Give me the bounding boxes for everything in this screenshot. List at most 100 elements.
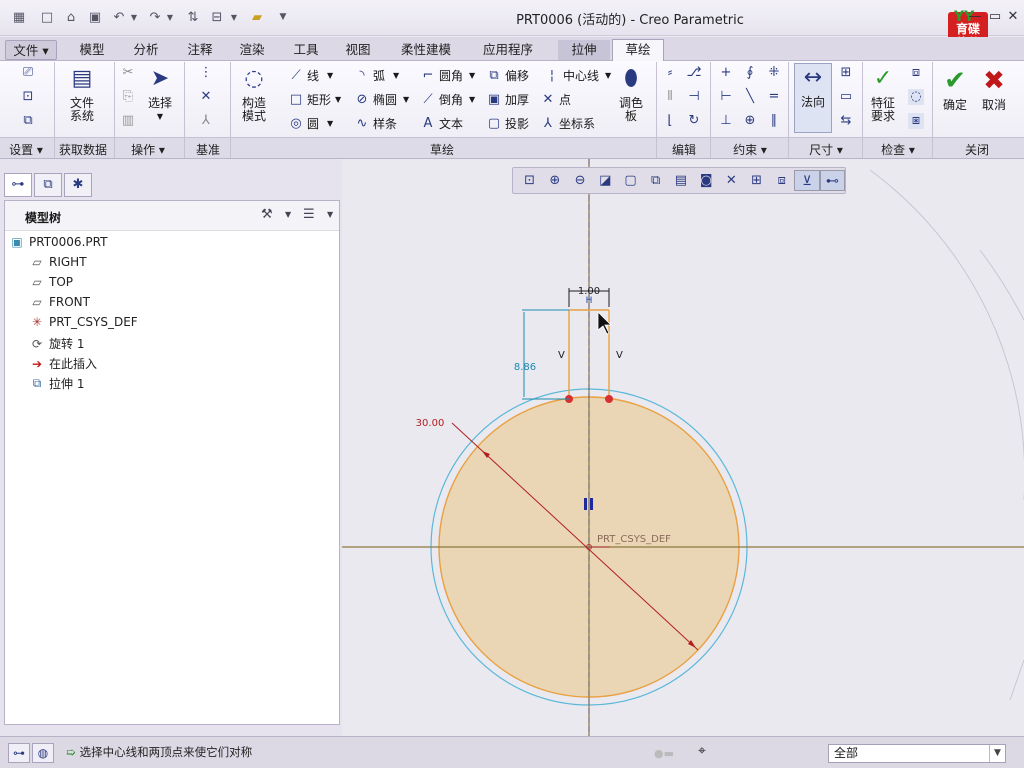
ok-button[interactable]: ✔ 确定 (938, 67, 972, 112)
constraint-v-left[interactable]: V (558, 350, 565, 361)
corner-icon[interactable]: ⌊ (662, 113, 678, 129)
sketch-view-icon[interactable]: ⧉ (20, 113, 36, 129)
group-inspect[interactable]: 检查 ▾ (864, 141, 932, 158)
delete-segment-icon[interactable]: ⊣ (686, 89, 702, 105)
coincident-constraint-icon[interactable]: ⊕ (742, 113, 758, 129)
sketch-setup-icon[interactable]: ⎚ (20, 65, 36, 81)
tab-tools[interactable]: 工具 (280, 40, 332, 60)
tree-show-dropdown-icon[interactable]: ▼ (327, 210, 333, 219)
filter-dropdown-icon[interactable]: ▼ (989, 745, 1005, 762)
tree-item-extrude[interactable]: ⧉ 拉伸 1 (29, 375, 85, 392)
cancel-button[interactable]: ✖ 取消 (976, 67, 1012, 112)
cut-icon[interactable]: ✂ (120, 65, 136, 81)
dim-diameter-text[interactable]: 30.00 (416, 418, 445, 429)
rectangle-tool[interactable]: □ 矩形 ▼ (288, 91, 341, 108)
horizontal-constraint-icon[interactable]: ⊢ (718, 89, 734, 105)
arc-tool[interactable]: ◝ 弧 ▼ (354, 67, 399, 84)
perpendicular-constraint-icon[interactable]: ⊥ (718, 113, 734, 129)
tree-item-revolve[interactable]: ⟳ 旋转 1 (29, 335, 84, 352)
centerline-dropdown-icon[interactable]: ▼ (605, 71, 611, 80)
perimeter-icon[interactable]: ⊞ (838, 65, 854, 81)
redo-dropdown-icon[interactable]: ▼ (164, 8, 176, 26)
tab-sketch[interactable]: 草绘 (612, 39, 664, 61)
centerline-tool[interactable]: ¦ 中心线 ▼ (544, 67, 611, 84)
annotation-display-icon[interactable]: ⊞ (744, 170, 769, 191)
selection-filter[interactable]: 全部 ▼ (828, 744, 1006, 763)
tree-settings-icon[interactable]: ⚒ (261, 207, 273, 222)
refit-icon[interactable]: ⊡ (517, 170, 542, 191)
tab-annotate[interactable]: 注释 (174, 40, 226, 60)
close-icon[interactable]: ✕ (1004, 8, 1022, 26)
display-style-icon[interactable]: ▢ (618, 170, 643, 191)
file-system-button[interactable]: ▤ 文件 系统 (60, 65, 104, 123)
group-dimension[interactable]: 尺寸 ▾ (790, 141, 862, 158)
minimize-icon[interactable]: — (966, 8, 984, 26)
undo-icon[interactable]: ↶ (110, 8, 128, 26)
close-window-icon[interactable]: ▰ (248, 8, 266, 26)
zoom-in-icon[interactable]: ⊕ (542, 170, 567, 191)
select-button[interactable]: ➤ 选择 ▼ (140, 65, 180, 123)
sketch-vertex[interactable] (605, 395, 613, 403)
vertex-display-icon[interactable]: ⊷ (819, 170, 845, 191)
reference-dim-icon[interactable]: ▭ (838, 89, 854, 105)
chamfer-tool[interactable]: ⟋ 倒角 ▼ (420, 91, 475, 108)
chamfer-dropdown-icon[interactable]: ▼ (469, 95, 475, 104)
baseline-icon[interactable]: ⇆ (838, 113, 854, 129)
tree-item-right[interactable]: ▱ RIGHT (29, 255, 86, 269)
regenerate-icon[interactable]: ⇅ (184, 8, 202, 26)
project-tool[interactable]: ▢ 投影 (486, 115, 529, 132)
tab-applications[interactable]: 应用程序 (470, 40, 546, 60)
tree-settings-dropdown-icon[interactable]: ▼ (285, 210, 291, 219)
reference-icon[interactable]: ⊡ (20, 89, 36, 105)
sketch-canvas[interactable]: 1.00 H 8.86 V V 30.00 PRT_CSYS_DEF (342, 159, 1024, 736)
feature-requirements-button[interactable]: ✓ 特征 要求 (864, 65, 902, 123)
save-icon[interactable]: ▣ (86, 8, 104, 26)
offset-tool[interactable]: ⧉ 偏移 (486, 67, 529, 84)
tab-flexible-modeling[interactable]: 柔性建模 (388, 40, 464, 60)
palette-button[interactable]: ⬮ 调色 板 (614, 65, 648, 123)
circle-tool[interactable]: ◎ 圆 ▼ (288, 115, 333, 132)
tangent-constraint-icon[interactable]: ∮ (742, 65, 758, 81)
ellipse-dropdown-icon[interactable]: ▼ (403, 95, 409, 104)
tree-item-front[interactable]: ▱ FRONT (29, 295, 90, 309)
tab-extrude[interactable]: 拉伸 (558, 40, 610, 60)
toggle-browser-icon[interactable]: ◍ (32, 743, 54, 763)
select-dropdown-icon[interactable]: ▼ (140, 110, 180, 123)
datum-csys-icon[interactable]: ⅄ (198, 113, 214, 129)
tree-show-icon[interactable]: ☰ (303, 207, 315, 222)
open-icon[interactable]: ⌂ (62, 8, 80, 26)
graphics-window[interactable]: 1.00 H 8.86 V V 30.00 PRT_CSYS_DEF (342, 159, 1024, 736)
vertical-constraint-icon[interactable]: + (718, 65, 734, 81)
tree-item-part[interactable]: ▣ PRT0006.PRT (9, 235, 107, 249)
line-dropdown-icon[interactable]: ▼ (327, 71, 333, 80)
divide-icon[interactable]: ⫴ (662, 89, 678, 105)
tab-view[interactable]: 视图 (332, 40, 384, 60)
spin-center-icon[interactable]: ✕ (719, 170, 744, 191)
find-icon[interactable]: ⌖ (698, 743, 706, 759)
fillet-tool[interactable]: ⌐ 圆角 ▼ (420, 67, 476, 84)
shade-closed-loops-icon[interactable]: ⧆ (908, 113, 924, 129)
customize-qa-icon[interactable]: ▼ (276, 8, 290, 26)
new-icon[interactable]: □ (38, 8, 56, 26)
datum-display-icon[interactable]: ◙ (694, 170, 719, 191)
group-constrain[interactable]: 约束 ▾ (712, 141, 788, 158)
zoom-out-icon[interactable]: ⊖ (567, 170, 592, 191)
overlap-geometry-icon[interactable]: ⧈ (908, 65, 924, 81)
windows-icon[interactable]: ⊟ (208, 8, 226, 26)
saved-views-icon[interactable]: ⧉ (643, 170, 668, 191)
parallel-constraint-icon[interactable]: ∥ (766, 113, 782, 129)
tree-item-insert-here[interactable]: ➔ 在此插入 (29, 355, 97, 372)
text-tool[interactable]: A 文本 (420, 115, 463, 132)
line-tool[interactable]: ⟋ 线 ▼ (288, 67, 333, 84)
equal-constraint-icon[interactable]: = (766, 89, 782, 105)
paste-icon[interactable]: ▥ (120, 113, 136, 129)
toggle-navigator-icon[interactable]: ⊶ (8, 743, 30, 763)
copy-icon[interactable]: ⎘ (120, 89, 136, 105)
rotate-resize-icon[interactable]: ↻ (686, 113, 702, 129)
favorites-tab-icon[interactable]: ✱ (64, 173, 92, 197)
repaint-icon[interactable]: ◪ (593, 170, 618, 191)
tab-analysis[interactable]: 分析 (120, 40, 172, 60)
group-operations[interactable]: 操作 ▾ (118, 141, 178, 158)
sketch-view-icon[interactable]: ▤ (668, 170, 693, 191)
thicken-tool[interactable]: ▣ 加厚 (486, 91, 529, 108)
